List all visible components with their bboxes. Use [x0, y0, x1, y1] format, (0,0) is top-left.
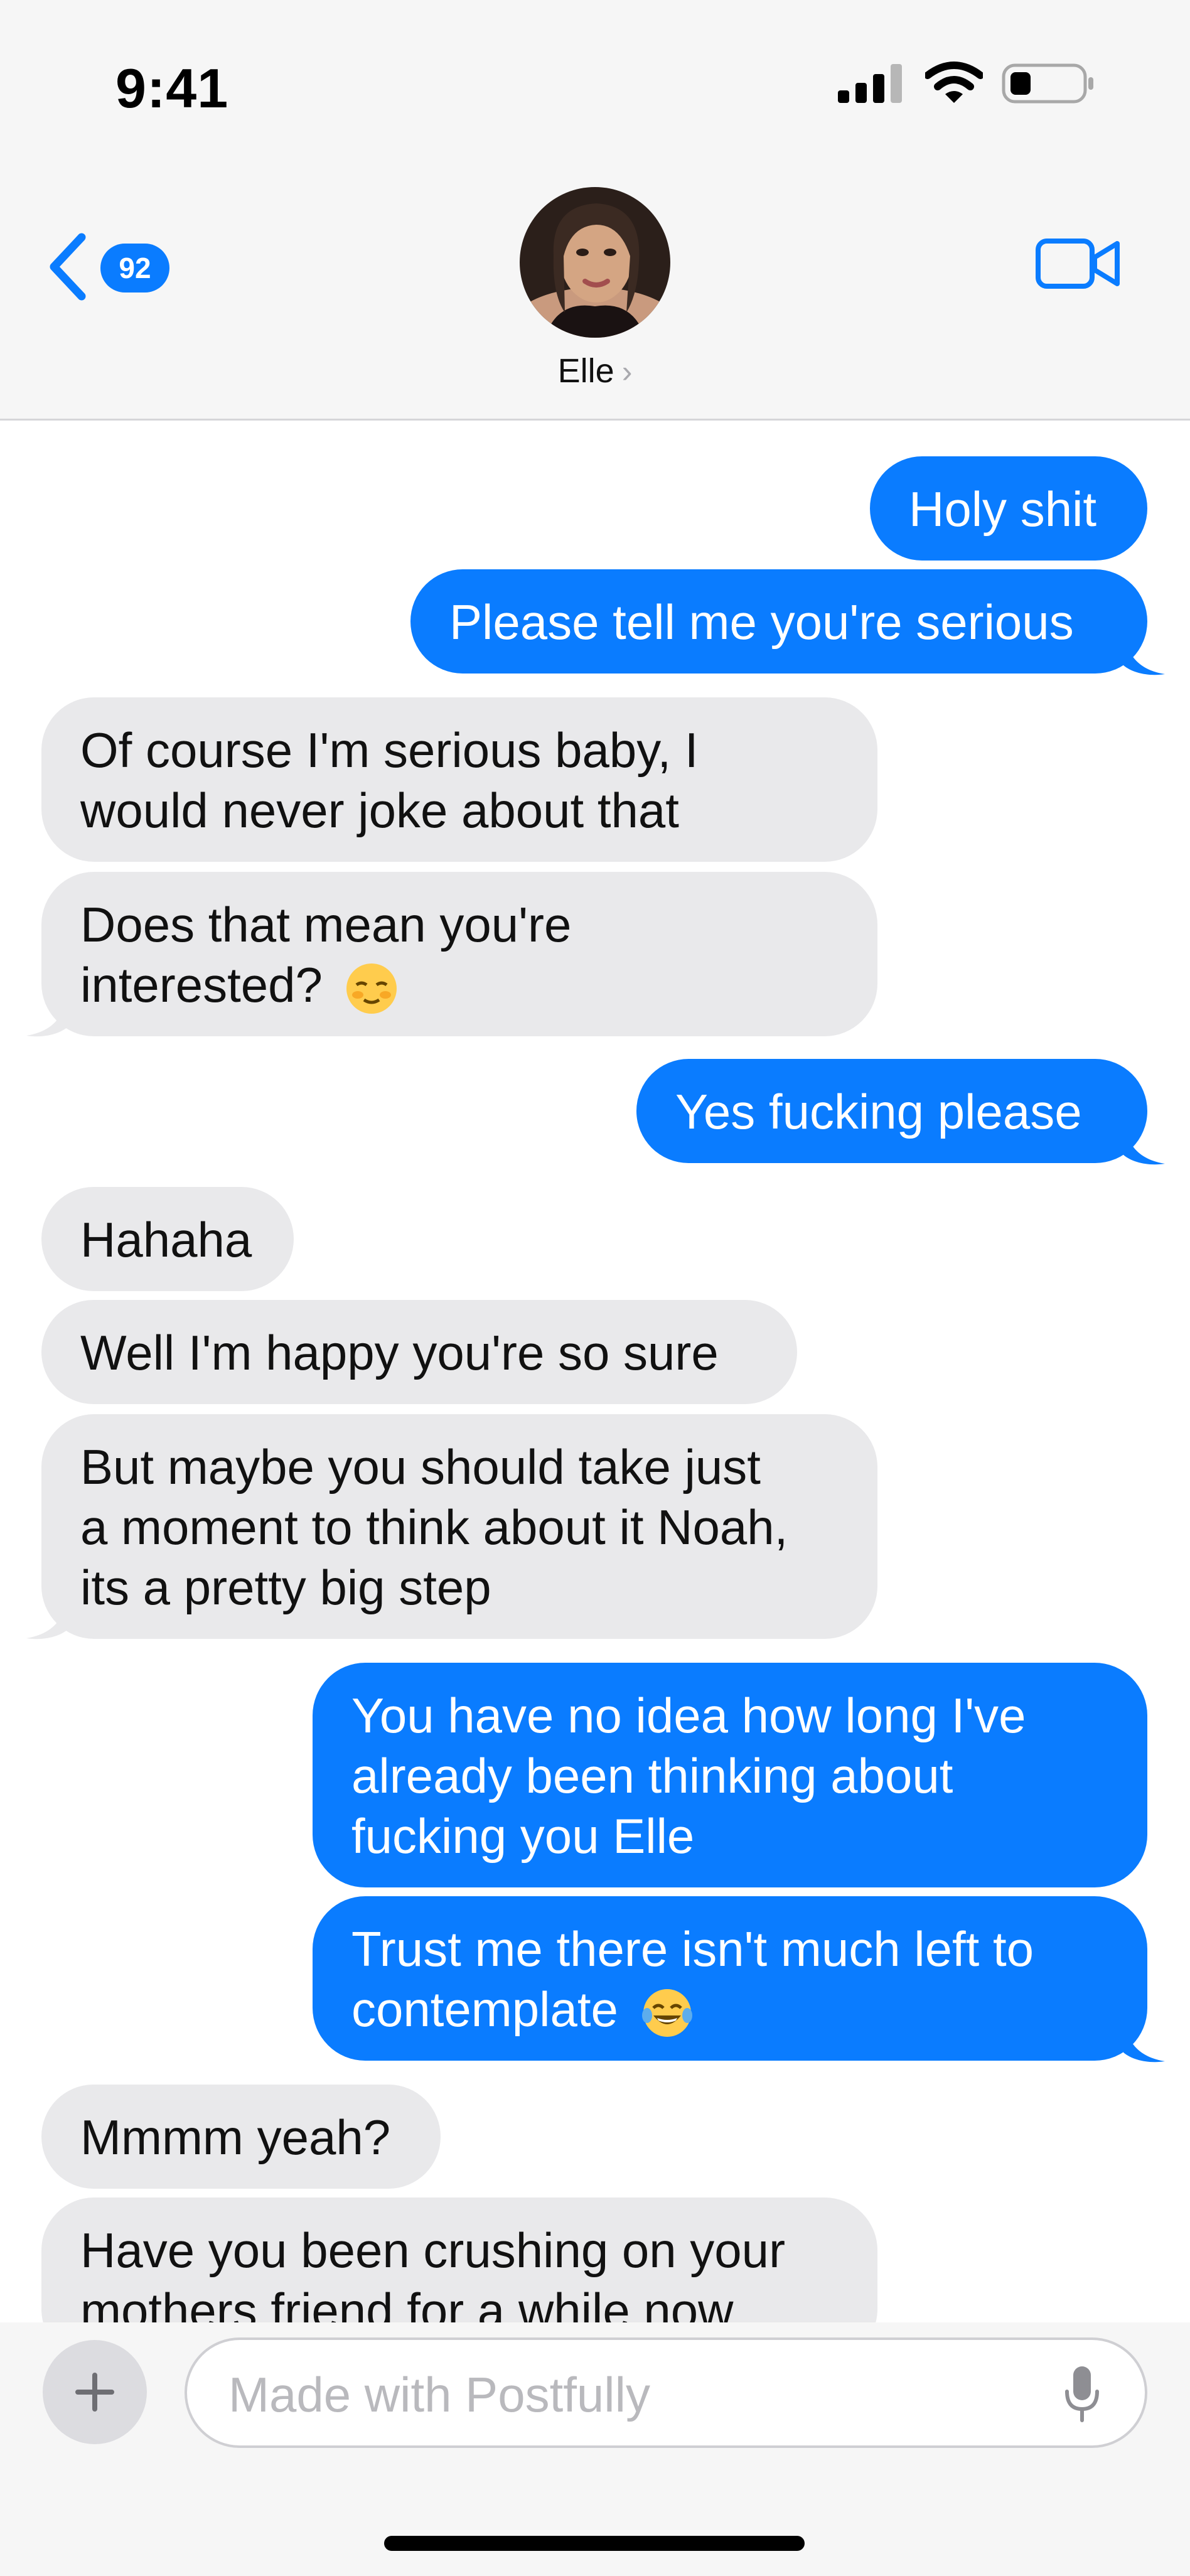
- relieved-face-icon: [346, 963, 397, 1014]
- message-input-field[interactable]: [185, 2337, 1147, 2448]
- message-line: Have you been crushing on your: [80, 2223, 786, 2278]
- outgoing-tail: [1123, 1124, 1165, 1165]
- incoming-tail: [26, 1598, 68, 1640]
- message-line: But maybe you should take just: [80, 1439, 761, 1495]
- disclosure-chevron-icon: ›: [621, 354, 633, 389]
- status-time: 9:41: [115, 57, 229, 119]
- contact-name: Elle: [557, 352, 614, 390]
- message-line: Trust me there isn't much left to: [351, 1921, 1034, 1977]
- apps-plus-button[interactable]: [43, 2340, 147, 2444]
- message-line: Mmmm yeah?: [80, 2110, 391, 2165]
- message-line: contemplate: [351, 1979, 1110, 2039]
- message-line: Holy shit: [909, 481, 1097, 537]
- incoming-message[interactable]: Mmmm yeah?: [41, 2085, 441, 2189]
- incoming-message[interactable]: Well I'm happy you're so sure: [41, 1300, 797, 1404]
- message-line: would never joke about that: [80, 783, 679, 838]
- message-input[interactable]: [227, 2368, 1046, 2422]
- video-call-icon[interactable]: [1034, 232, 1122, 295]
- message-line: fucking you Elle: [351, 1808, 695, 1864]
- incoming-message[interactable]: Does that mean you're interested?: [41, 872, 877, 1036]
- contact-name-button[interactable]: Elle ›: [0, 352, 1190, 390]
- message-line: Well I'm happy you're so sure: [80, 1325, 719, 1380]
- incoming-message[interactable]: Of course I'm serious baby, I would neve…: [41, 697, 877, 862]
- signal-icon: [838, 64, 903, 103]
- message-line: a moment to think about it Noah,: [80, 1500, 788, 1555]
- outgoing-message[interactable]: Please tell me you're serious: [410, 569, 1147, 674]
- outgoing-tail: [1123, 634, 1165, 675]
- incoming-message[interactable]: But maybe you should take just a moment …: [41, 1414, 877, 1639]
- message-line: Of course I'm serious baby, I: [80, 722, 699, 778]
- back-button[interactable]: 92: [44, 226, 182, 308]
- contact-avatar[interactable]: [520, 187, 670, 338]
- message-line: Hahaha: [80, 1212, 252, 1267]
- wifi-icon: [923, 62, 984, 103]
- back-chevron-icon: [50, 233, 86, 301]
- battery-icon: [1002, 63, 1093, 104]
- outgoing-message[interactable]: You have no idea how long I've already b…: [313, 1663, 1147, 1887]
- message-line: Does that mean you're: [80, 897, 572, 952]
- status-icons: [838, 62, 1096, 105]
- message-line: You have no idea how long I've: [351, 1688, 1026, 1743]
- message-line: its a pretty big step: [80, 1560, 491, 1615]
- tears-of-joy-icon: [641, 1989, 692, 2037]
- outgoing-message[interactable]: Holy shit: [870, 456, 1147, 561]
- message-line: already been thinking about: [351, 1748, 953, 1803]
- message-line: Yes fucking please: [675, 1084, 1082, 1139]
- conversation-header: 9:41 92 Elle ›: [0, 0, 1190, 421]
- incoming-message[interactable]: Hahaha: [41, 1187, 294, 1291]
- avatar-photo: [520, 187, 670, 338]
- home-indicator[interactable]: [384, 2536, 805, 2551]
- outgoing-tail: [1123, 2021, 1165, 2063]
- microphone-icon[interactable]: [1063, 2364, 1101, 2424]
- outgoing-message[interactable]: Trust me there isn't much left to contem…: [313, 1896, 1147, 2061]
- plus-icon: [75, 2373, 114, 2412]
- message-line: interested?: [80, 955, 840, 1015]
- incoming-tail: [26, 996, 68, 1037]
- message-line: Please tell me you're serious: [449, 594, 1074, 650]
- unread-count-badge: 92: [100, 244, 169, 292]
- messages-screen: Holy shit Please tell me you're serious …: [0, 0, 1190, 2576]
- outgoing-message[interactable]: Yes fucking please: [636, 1059, 1147, 1163]
